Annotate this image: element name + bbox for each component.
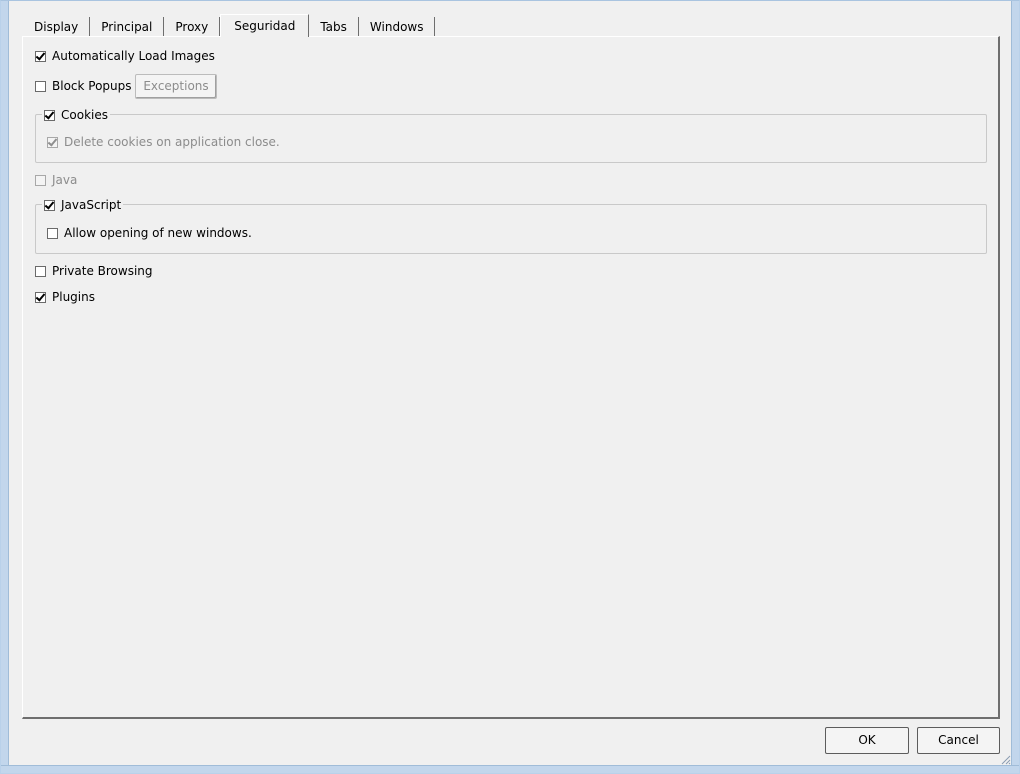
cookies-label: Cookies xyxy=(61,108,108,122)
tab-proxy[interactable]: Proxy xyxy=(164,17,221,37)
plugins-label: Plugins xyxy=(52,290,95,304)
window-frame-right xyxy=(1011,1,1019,773)
block-popups-checkbox[interactable] xyxy=(35,80,46,92)
auto-load-images-label: Automatically Load Images xyxy=(52,49,215,63)
javascript-option[interactable]: JavaScript xyxy=(42,196,124,214)
tab-seguridad[interactable]: Seguridad xyxy=(220,14,310,37)
private-browsing-checkbox[interactable] xyxy=(35,265,46,277)
plugins-checkbox[interactable] xyxy=(35,291,46,303)
block-popups-option[interactable]: Block Popups xyxy=(35,77,132,95)
tab-strip: Display Principal Proxy Seguridad Tabs W… xyxy=(23,14,436,37)
auto-load-images-option[interactable]: Automatically Load Images xyxy=(35,47,215,65)
window-frame-left xyxy=(1,1,9,773)
plugins-option[interactable]: Plugins xyxy=(35,288,95,306)
cookies-option[interactable]: Cookies xyxy=(42,106,110,124)
cookies-checkbox[interactable] xyxy=(44,109,55,121)
private-browsing-option[interactable]: Private Browsing xyxy=(35,262,153,280)
resize-grip-icon[interactable] xyxy=(999,753,1011,765)
allow-new-windows-option[interactable]: Allow opening of new windows. xyxy=(47,224,252,242)
tab-windows[interactable]: Windows xyxy=(358,17,436,37)
allow-new-windows-label: Allow opening of new windows. xyxy=(64,226,252,240)
private-browsing-label: Private Browsing xyxy=(52,264,153,278)
tab-tabs[interactable]: Tabs xyxy=(309,17,359,37)
tab-display[interactable]: Display xyxy=(23,17,91,37)
java-option[interactable]: Java xyxy=(35,171,77,189)
delete-cookies-label: Delete cookies on application close. xyxy=(64,135,280,149)
ok-button[interactable]: OK xyxy=(825,727,909,754)
delete-cookies-checkbox[interactable] xyxy=(47,136,58,148)
preferences-dialog: Display Principal Proxy Seguridad Tabs W… xyxy=(0,0,1020,774)
javascript-label: JavaScript xyxy=(61,198,122,212)
exceptions-button[interactable]: Exceptions xyxy=(135,74,217,99)
java-checkbox[interactable] xyxy=(35,174,46,186)
delete-cookies-option[interactable]: Delete cookies on application close. xyxy=(47,133,280,151)
tab-principal[interactable]: Principal xyxy=(90,17,165,37)
block-popups-label: Block Popups xyxy=(52,79,132,93)
cancel-button[interactable]: Cancel xyxy=(917,727,1000,754)
allow-new-windows-checkbox[interactable] xyxy=(47,227,58,239)
java-label: Java xyxy=(52,173,78,187)
javascript-checkbox[interactable] xyxy=(44,199,55,211)
auto-load-images-checkbox[interactable] xyxy=(35,50,46,62)
